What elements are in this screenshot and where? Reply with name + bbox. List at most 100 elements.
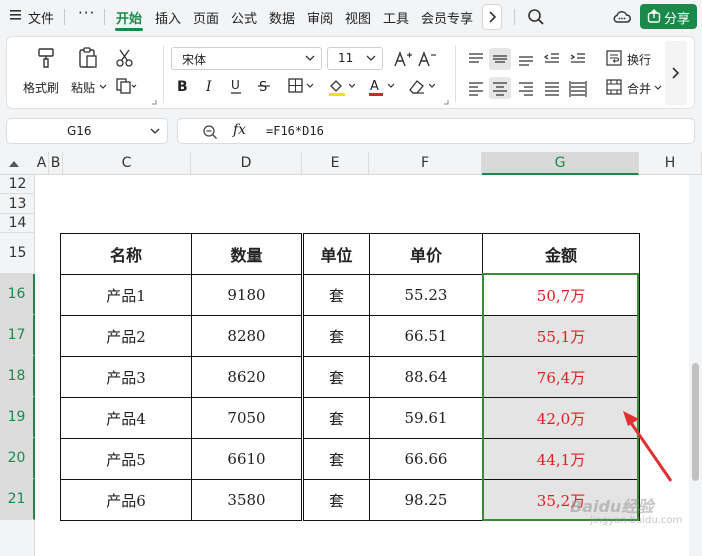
tab-home[interactable]: 开始 [116,8,142,27]
cell-name[interactable]: 产品2 [60,315,192,357]
cell-name[interactable]: 产品3 [60,356,192,398]
row-header-17[interactable]: 17 [0,315,35,356]
formula-bar[interactable]: fx =F16*D16 [177,118,695,144]
collapse-triangle-icon[interactable] [9,160,19,168]
font-size-select[interactable]: 11 [327,47,383,70]
align-middle-icon[interactable] [489,48,511,70]
cell-price[interactable]: 66.51 [369,315,483,357]
paste-dropdown-icon[interactable] [99,84,107,90]
align-center-icon[interactable] [489,77,511,99]
format-painter-label[interactable]: 格式刷 [23,79,59,96]
header-cell-quantity[interactable]: 数量 [191,233,303,275]
menu-file[interactable]: 文件 [28,8,54,27]
eraser-icon[interactable] [407,77,439,97]
wrap-text-icon[interactable] [605,49,623,67]
underline-icon[interactable]: U [229,77,245,95]
align-right-icon[interactable] [515,77,537,99]
zoom-icon[interactable] [202,124,218,140]
cell-unit[interactable]: 套 [301,356,370,398]
fill-color-icon[interactable] [327,77,359,97]
font-name-select[interactable]: 宋体 [171,47,322,70]
column-header-D[interactable]: D [191,152,302,175]
vertical-scrollbar[interactable] [689,175,702,556]
cell-name[interactable]: 产品5 [60,438,192,480]
cell-price[interactable]: 98.25 [369,479,483,521]
row-header-12[interactable]: 12 [0,175,35,194]
cell-unit[interactable]: 套 [301,315,370,357]
paste-icon[interactable] [77,46,99,70]
ribbon-scroll-right-button[interactable] [665,41,687,105]
formula-input[interactable]: =F16*D16 [266,124,324,138]
cut-icon[interactable] [115,48,135,68]
merge-dropdown-icon[interactable] [654,85,662,91]
decrease-font-icon[interactable] [417,49,437,69]
column-header-B[interactable]: B [49,152,63,175]
name-box[interactable]: G16 [6,118,168,144]
tab-tools[interactable]: 工具 [383,8,409,27]
row-header-19[interactable]: 19 [0,397,35,438]
insert-function-button[interactable]: fx [233,122,246,138]
column-header-C[interactable]: C [63,152,191,175]
column-header-H[interactable]: H [639,152,702,175]
cell-price[interactable]: 59.61 [369,397,483,439]
cell-unit[interactable]: 套 [301,438,370,480]
align-left-icon[interactable] [465,77,487,99]
cell-price[interactable]: 66.66 [369,438,483,480]
cell-quantity[interactable]: 8620 [191,356,303,398]
bold-icon[interactable]: B [175,77,191,95]
cell-price[interactable]: 55.23 [369,274,483,316]
increase-indent-icon[interactable] [567,48,589,70]
share-button[interactable]: 分享 [640,4,697,29]
row-header-13[interactable]: 13 [0,194,35,214]
tab-review[interactable]: 审阅 [307,8,333,27]
copy-icon[interactable] [115,77,137,95]
cell-quantity[interactable]: 7050 [191,397,303,439]
justify-icon[interactable] [541,77,563,99]
paste-label[interactable]: 粘贴 [71,79,95,96]
cell-quantity[interactable]: 3580 [191,479,303,521]
italic-icon[interactable]: I [203,77,219,95]
cell-name[interactable]: 产品6 [60,479,192,521]
cell-unit[interactable]: 套 [301,274,370,316]
tab-page[interactable]: 页面 [193,8,219,27]
font-color-icon[interactable]: A [367,77,399,97]
tab-formula[interactable]: 公式 [231,8,257,27]
cell-grid[interactable]: 名称 数量 单位 单价 金额 产品1 9180 套 55.23 50,7万 产品… [35,175,689,556]
column-header-A[interactable]: A [35,152,49,175]
cloud-sync-icon[interactable] [612,8,632,26]
align-top-icon[interactable] [465,48,487,70]
header-cell-name[interactable]: 名称 [60,233,192,275]
cell-quantity[interactable]: 9180 [191,274,303,316]
tabs-scroll-right-button[interactable] [482,4,502,30]
row-header-21[interactable]: 21 [0,479,35,520]
column-header-F[interactable]: F [369,152,482,175]
cell-unit[interactable]: 套 [301,479,370,521]
cell-unit[interactable]: 套 [301,397,370,439]
header-cell-amount[interactable]: 金额 [482,233,640,275]
cell-quantity[interactable]: 8280 [191,315,303,357]
row-header-18[interactable]: 18 [0,356,35,397]
menu-icon[interactable] [9,8,23,22]
row-header-14[interactable]: 14 [0,214,35,233]
more-menu-button[interactable]: ··· [78,4,95,22]
cell-name[interactable]: 产品4 [60,397,192,439]
font-launcher-icon[interactable] [443,99,449,105]
align-bottom-icon[interactable] [515,48,537,70]
row-header-20[interactable]: 20 [0,438,35,479]
borders-icon[interactable] [287,77,317,95]
tab-insert[interactable]: 插入 [155,8,181,27]
header-cell-price[interactable]: 单价 [369,233,483,275]
tab-member[interactable]: 会员专享 [421,8,473,27]
merge-cells-icon[interactable] [605,78,623,96]
cell-quantity[interactable]: 6610 [191,438,303,480]
format-painter-icon[interactable] [35,47,57,69]
merge-label[interactable]: 合并 [627,80,651,97]
cell-amount[interactable]: 76,4万 [482,356,640,398]
tab-view[interactable]: 视图 [345,8,371,27]
tab-data[interactable]: 数据 [269,8,295,27]
column-header-G[interactable]: G [482,152,639,175]
wrap-label[interactable]: 换行 [627,51,651,68]
cell-name[interactable]: 产品1 [60,274,192,316]
cell-amount[interactable]: 50,7万 [482,274,640,316]
strikethrough-icon[interactable]: S [257,77,273,95]
